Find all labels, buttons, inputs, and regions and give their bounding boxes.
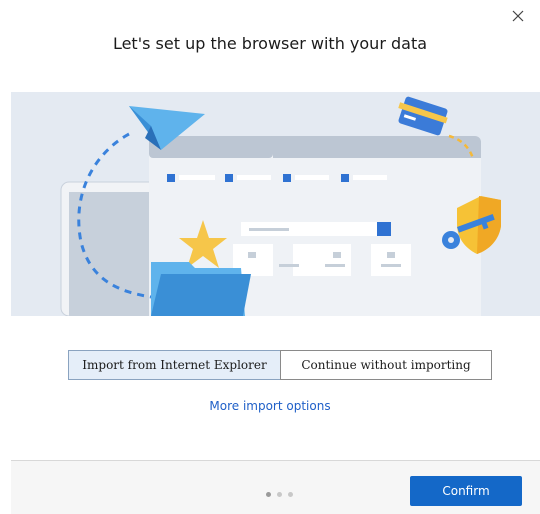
- continue-without-importing-option[interactable]: Continue without importing: [280, 350, 492, 380]
- dialog-title: Let's set up the browser with your data: [112, 34, 428, 53]
- page-indicator: [266, 492, 293, 497]
- page-dot-2: [277, 492, 282, 497]
- import-choice-group: Import from Internet Explorer Continue w…: [68, 350, 492, 380]
- browser-window-icon: [60, 136, 481, 316]
- confirm-button[interactable]: Confirm: [410, 476, 522, 506]
- import-from-ie-option[interactable]: Import from Internet Explorer: [68, 350, 281, 380]
- page-dot-1: [266, 492, 271, 497]
- hero-illustration: [11, 92, 540, 316]
- credit-card-icon: [398, 96, 448, 136]
- folder-icon: [151, 262, 251, 316]
- page-dot-3: [288, 492, 293, 497]
- close-icon: [512, 10, 524, 22]
- close-button[interactable]: [508, 6, 528, 26]
- more-import-options-link[interactable]: More import options: [0, 399, 540, 413]
